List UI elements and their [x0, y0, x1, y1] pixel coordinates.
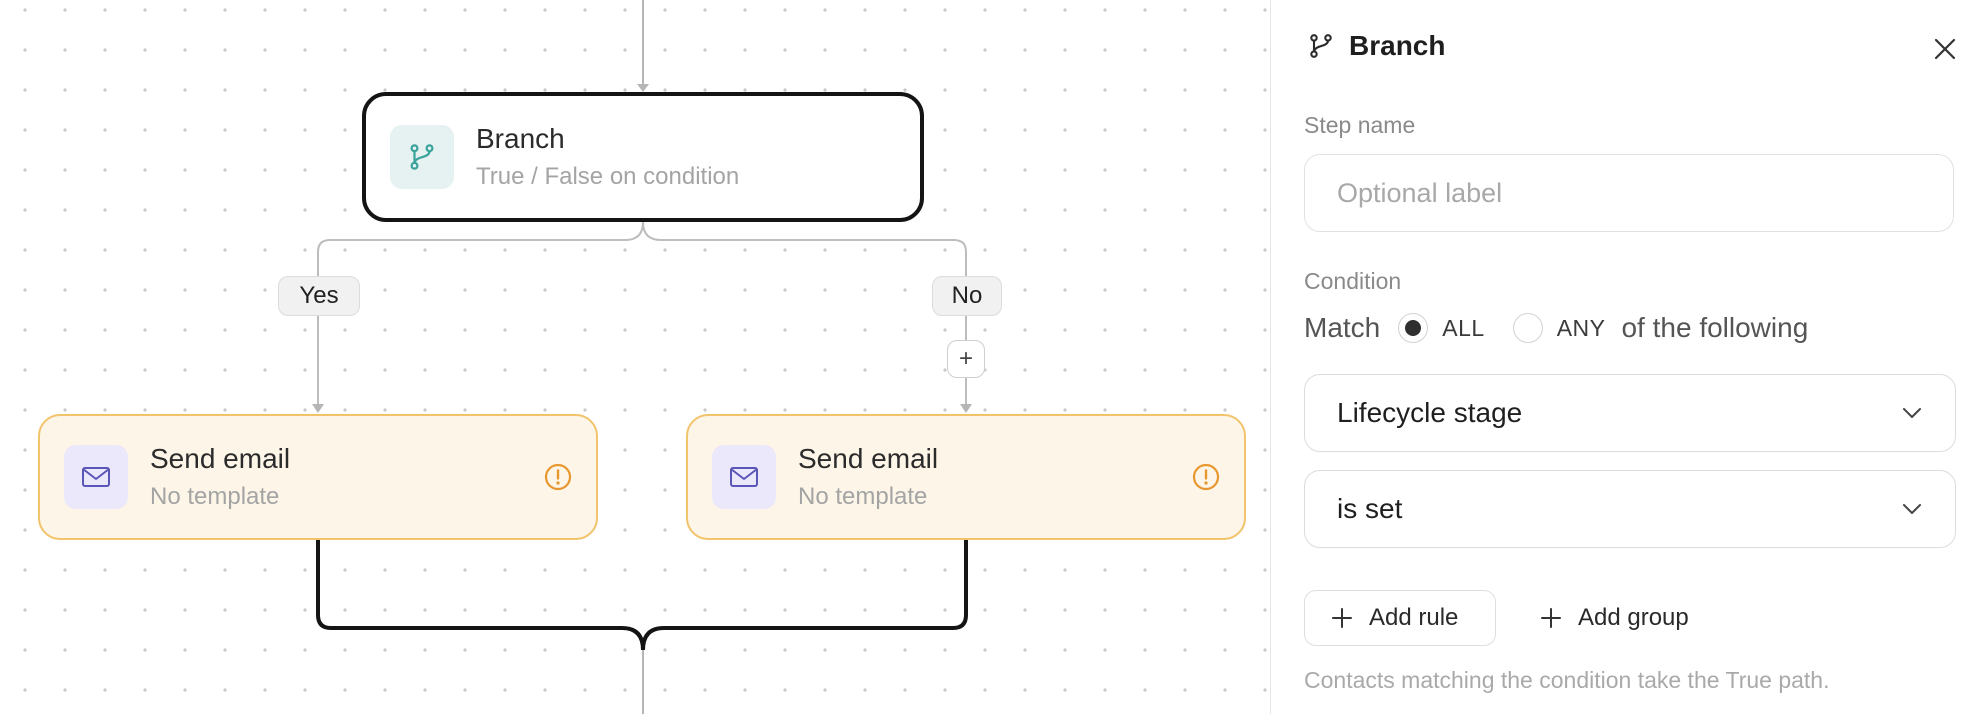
- plus-icon: [1332, 608, 1352, 628]
- edge-label-no[interactable]: No: [932, 276, 1002, 316]
- branch-node[interactable]: Branch True / False on condition: [362, 92, 924, 222]
- send-email-node[interactable]: Send email No template: [686, 414, 1246, 540]
- warning-icon[interactable]: [1192, 463, 1220, 491]
- send-email-subtitle: No template: [150, 483, 280, 510]
- mail-icon: [712, 445, 776, 509]
- match-prefix: Match: [1304, 312, 1381, 343]
- match-all-radio[interactable]: [1398, 313, 1429, 343]
- branch-settings-panel: Branch Step name Condition Match ALL ANY…: [1270, 0, 1984, 714]
- match-mode-group: Match ALL ANY of the following: [1304, 308, 1808, 348]
- step-name-input[interactable]: [1304, 154, 1954, 232]
- match-any-radio[interactable]: [1512, 313, 1543, 343]
- panel-header: Branch: [1307, 30, 1445, 62]
- condition-label: Condition: [1304, 268, 1402, 294]
- chevron-down-icon: [1903, 504, 1921, 514]
- edge-label-yes[interactable]: Yes: [278, 276, 360, 316]
- add-step-button[interactable]: +: [947, 340, 985, 378]
- send-email-node[interactable]: Send email No template: [38, 414, 598, 540]
- branch-icon: [1310, 34, 1332, 58]
- match-suffix: of the following: [1621, 312, 1809, 343]
- plus-icon: [1541, 608, 1561, 628]
- send-email-title: Send email: [150, 443, 291, 474]
- condition-operator-select[interactable]: is set: [1304, 470, 1956, 548]
- condition-operator-value: is set: [1337, 493, 1403, 524]
- branch-node-subtitle: True / False on condition: [476, 163, 740, 190]
- branch-icon: [390, 125, 454, 189]
- step-name-label: Step name: [1304, 112, 1416, 138]
- chevron-down-icon: [1903, 408, 1921, 418]
- match-all-label[interactable]: ALL: [1442, 315, 1484, 342]
- add-group-label: Add group: [1578, 604, 1689, 631]
- match-any-label[interactable]: ANY: [1557, 315, 1606, 342]
- branch-node-title: Branch: [476, 123, 565, 154]
- warning-icon[interactable]: [544, 463, 572, 491]
- add-rule-label: Add rule: [1369, 604, 1459, 631]
- condition-field-value: Lifecycle stage: [1337, 397, 1523, 428]
- send-email-title: Send email: [798, 443, 939, 474]
- workflow-canvas[interactable]: Branch True / False on condition Yes No …: [0, 0, 1270, 714]
- condition-field-select[interactable]: Lifecycle stage: [1304, 374, 1956, 452]
- add-rule-button[interactable]: Add rule: [1304, 590, 1496, 646]
- condition-hint: Contacts matching the condition take the…: [1304, 667, 1830, 693]
- add-group-button[interactable]: Add group: [1540, 590, 1689, 646]
- send-email-subtitle: No template: [798, 483, 928, 510]
- panel-title: Branch: [1349, 30, 1446, 61]
- close-icon[interactable]: [1930, 34, 1960, 64]
- mail-icon: [64, 445, 128, 509]
